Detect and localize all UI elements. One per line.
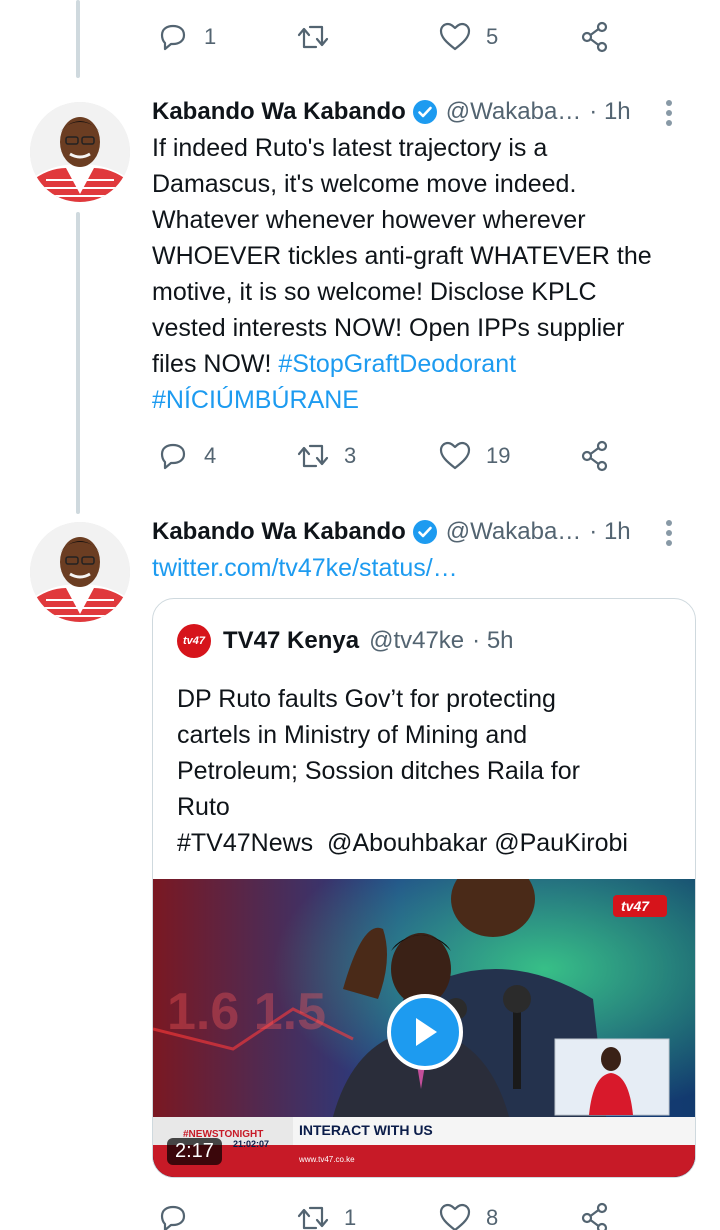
background-numbers: 1.6 1.5 <box>167 983 326 1041</box>
quoted-text-line: Petroleum; Sossion ditches Raila for <box>177 757 580 785</box>
tweet-text-fragment: files NOW! <box>152 350 279 378</box>
heart-icon <box>439 22 471 51</box>
tweet-time[interactable]: · 1h <box>589 98 630 126</box>
tweet-text-line: files NOW! #StopGraftDeodorant <box>152 346 690 382</box>
author-handle[interactable]: @Wakaba… <box>446 98 582 126</box>
tweet-text-line: If indeed Ruto's latest trajectory is a <box>152 134 548 162</box>
share-button[interactable] <box>578 439 612 473</box>
action-row-top: 1 5 <box>152 15 632 59</box>
video-duration: 2:17 <box>175 1140 214 1162</box>
thread-line-top <box>76 0 80 78</box>
ticker-time: 21:02:07 <box>233 1139 269 1149</box>
like-count: 8 <box>486 1205 499 1230</box>
quoted-tweet-header: tv47 TV47 Kenya @tv47ke · 5h <box>177 623 514 659</box>
avatar[interactable] <box>30 102 130 202</box>
reply-button[interactable] <box>156 1201 204 1230</box>
action-row-tweet2: 1 8 <box>152 1196 632 1230</box>
share-button[interactable] <box>578 20 612 54</box>
share-icon <box>581 21 608 53</box>
avatar-photo <box>30 522 130 622</box>
author-handle[interactable]: @Wakaba… <box>446 518 582 546</box>
tweet-time[interactable]: · 1h <box>589 518 630 546</box>
like-count: 5 <box>486 24 499 49</box>
retweet-icon <box>297 444 329 468</box>
verified-badge-icon <box>412 520 437 544</box>
avatar[interactable] <box>30 522 130 622</box>
tweet-text: If indeed Ruto's latest trajectory is a … <box>152 130 690 418</box>
play-icon <box>416 1018 437 1046</box>
more-options-icon[interactable] <box>664 96 674 130</box>
action-row-tweet1: 4 3 19 <box>152 434 632 478</box>
quoted-avatar-logo: tv47 <box>177 624 211 658</box>
tweet-text-line: #NÍCIÚMBÚRANE <box>152 382 690 418</box>
reply-icon <box>160 24 186 51</box>
thread-line-1 <box>76 212 80 514</box>
tweet-text-line: WHOEVER tickles anti-graft WHATEVER the <box>152 242 652 270</box>
retweet-button[interactable]: 3 <box>296 439 356 473</box>
tweet-text-line: Damascus, it's welcome move indeed. <box>152 170 577 198</box>
reply-count: 4 <box>204 443 217 468</box>
author-name[interactable]: Kabando Wa Kabando <box>152 98 406 126</box>
share-button[interactable] <box>578 1201 612 1230</box>
tweet-link[interactable]: twitter.com/tv47ke/status/… <box>152 550 690 586</box>
retweet-button[interactable]: 1 <box>296 1201 356 1230</box>
retweet-icon <box>297 1206 329 1230</box>
video-duration-badge: 2:17 <box>167 1138 222 1165</box>
reply-icon <box>160 1205 186 1230</box>
reply-icon <box>160 443 186 470</box>
quoted-text-line: cartels in Ministry of Mining and <box>177 721 528 749</box>
more-options-icon[interactable] <box>664 516 674 550</box>
play-button[interactable] <box>387 994 463 1070</box>
retweet-count: 3 <box>344 443 357 468</box>
quoted-author-handle: @tv47ke <box>369 627 465 654</box>
share-icon <box>581 1202 608 1230</box>
quoted-tweet-text: DP Ruto faults Gov’t for protecting cart… <box>177 681 675 861</box>
avatar-photo <box>30 102 130 202</box>
quoted-text-line: Ruto <box>177 793 230 821</box>
tweet-text-line: vested interests NOW! Open IPPs supplier <box>152 314 625 342</box>
like-button[interactable]: 5 <box>438 20 498 54</box>
tweet-header: Kabando Wa Kabando @Wakaba… · 1h <box>152 514 700 550</box>
reply-count: 1 <box>204 24 217 49</box>
tweet-header: Kabando Wa Kabando @Wakaba… · 1h <box>152 94 700 130</box>
like-count: 19 <box>486 443 511 468</box>
tweet-text-line: Whatever whenever however wherever <box>152 206 586 234</box>
verified-badge-icon <box>412 100 437 124</box>
quoted-text-line: #TV47News @Abouhbakar @PauKirobi <box>177 829 628 857</box>
channel-logo-text: tv47 <box>621 898 650 914</box>
author-name[interactable]: Kabando Wa Kabando <box>152 518 406 546</box>
tweet-text-line: motive, it is so welcome! Disclose KPLC <box>152 278 597 306</box>
share-icon <box>581 440 608 472</box>
reply-button[interactable]: 1 <box>156 20 216 54</box>
like-button[interactable]: 8 <box>438 1201 498 1230</box>
retweet-button[interactable] <box>296 20 344 54</box>
video-thumbnail[interactable]: #NEWSTONIGHT 21:02:07 INTERACT WITH US w… <box>153 879 695 1177</box>
heart-icon <box>439 1203 471 1230</box>
like-button[interactable]: 19 <box>438 439 510 473</box>
ticker-url: www.tv47.co.ke <box>298 1155 355 1164</box>
reply-button[interactable]: 4 <box>156 439 216 473</box>
quoted-text-line: DP Ruto faults Gov’t for protecting <box>177 685 556 713</box>
hashtag-link[interactable]: #StopGraftDeodorant <box>278 350 516 378</box>
tweet-text: twitter.com/tv47ke/status/… <box>152 550 690 586</box>
heart-icon <box>439 441 471 470</box>
retweet-icon <box>297 25 329 49</box>
quoted-author-name: TV47 Kenya <box>223 627 360 654</box>
retweet-count: 1 <box>344 1205 357 1230</box>
quoted-tweet-time: · 5h <box>472 627 514 654</box>
quoted-tweet-card[interactable]: tv47 TV47 Kenya @tv47ke · 5h DP Ruto fau… <box>152 598 696 1178</box>
hashtag-link[interactable]: #NÍCIÚMBÚRANE <box>152 386 359 414</box>
ticker-main: INTERACT WITH US <box>299 1122 433 1138</box>
